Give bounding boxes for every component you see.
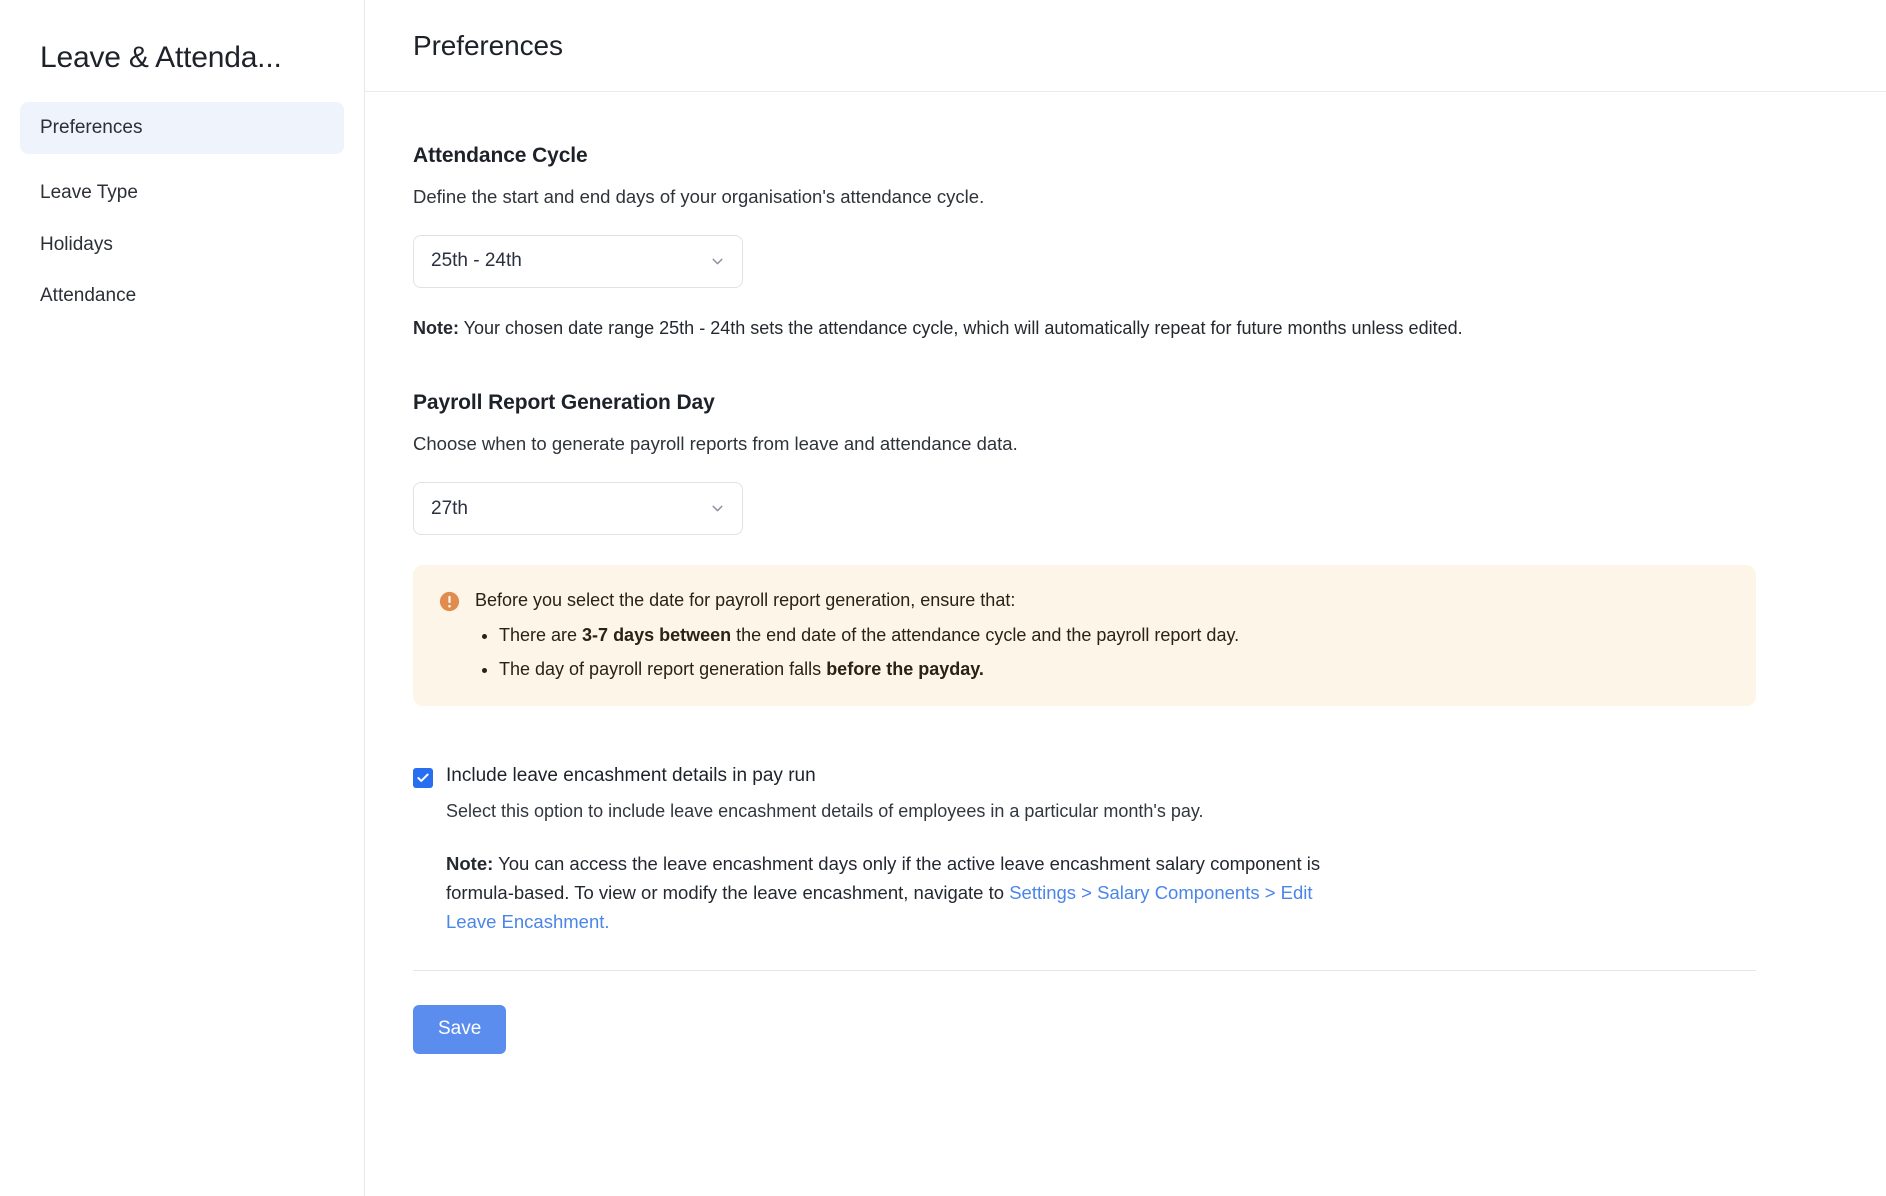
sidebar-item-label: Preferences: [40, 117, 142, 138]
bullet-pre-text: There are: [499, 625, 582, 645]
sidebar-nav: Preferences Leave Type Holidays Attendan…: [0, 102, 364, 322]
attendance-cycle-select[interactable]: 25th - 24th: [413, 235, 743, 288]
warning-bullet-item: There are 3-7 days between the end date …: [499, 622, 1732, 648]
attendance-cycle-title: Attendance Cycle: [413, 144, 1838, 168]
leave-encashment-section: Include leave encashment details in pay …: [413, 764, 1838, 936]
chevron-down-icon: [709, 253, 726, 270]
leave-encashment-checkbox-row[interactable]: Include leave encashment details in pay …: [413, 764, 1838, 789]
settings-form: Attendance Cycle Define the start and en…: [365, 92, 1886, 1196]
form-divider: [413, 970, 1756, 971]
note-label: Note:: [446, 853, 493, 874]
bullet-pre-text: The day of payroll report generation fal…: [499, 659, 826, 679]
sidebar-item-preferences[interactable]: Preferences: [20, 102, 344, 154]
leave-encashment-label[interactable]: Include leave encashment details in pay …: [446, 764, 816, 789]
payroll-report-day-select[interactable]: 27th: [413, 482, 743, 535]
section-spacer: [413, 341, 1838, 391]
bullet-post-text: the end date of the attendance cycle and…: [731, 625, 1239, 645]
checkmark-icon: [416, 771, 430, 785]
sidebar-item-label: Holidays: [40, 234, 113, 255]
attendance-cycle-section: Attendance Cycle Define the start and en…: [413, 144, 1838, 341]
warning-heading: Before you select the date for payroll r…: [475, 587, 1732, 613]
sidebar-title: Leave & Attenda...: [0, 0, 364, 76]
warning-text-block: Before you select the date for payroll r…: [475, 587, 1732, 682]
sidebar-item-label: Attendance: [40, 285, 136, 306]
note-text: Your chosen date range 25th - 24th sets …: [459, 318, 1463, 338]
sidebar-item-attendance[interactable]: Attendance: [20, 270, 344, 322]
main-content: Preferences Attendance Cycle Define the …: [365, 0, 1886, 1196]
leave-encashment-sublabel: Select this option to include leave enca…: [446, 799, 1838, 824]
warning-bullet-item: The day of payroll report generation fal…: [499, 656, 1732, 682]
sidebar-item-leave-type[interactable]: Leave Type: [20, 167, 344, 219]
save-button[interactable]: Save: [413, 1005, 506, 1054]
note-label: Note:: [413, 318, 459, 338]
chevron-down-icon: [709, 500, 726, 517]
payroll-warning-callout: Before you select the date for payroll r…: [413, 565, 1756, 706]
bullet-bold-text: 3-7 days between: [582, 625, 731, 645]
alert-circle-icon: [439, 591, 460, 612]
bullet-bold-text: before the payday.: [826, 659, 984, 679]
sidebar: Leave & Attenda... Preferences Leave Typ…: [0, 0, 365, 1196]
main-header: Preferences: [365, 0, 1886, 92]
payroll-report-description: Choose when to generate payroll reports …: [413, 432, 1838, 457]
preferences-page: Leave & Attenda... Preferences Leave Typ…: [0, 0, 1886, 1196]
sidebar-item-holidays[interactable]: Holidays: [20, 219, 344, 271]
leave-encashment-checkbox[interactable]: [413, 768, 433, 788]
payroll-report-section: Payroll Report Generation Day Choose whe…: [413, 391, 1838, 706]
payroll-report-title: Payroll Report Generation Day: [413, 391, 1838, 415]
attendance-cycle-note: Note: Your chosen date range 25th - 24th…: [413, 316, 1838, 341]
attendance-cycle-description: Define the start and end days of your or…: [413, 185, 1838, 210]
page-title: Preferences: [413, 30, 563, 62]
leave-encashment-note: Note: You can access the leave encashmen…: [446, 850, 1346, 936]
payroll-report-day-select-value: 27th: [431, 498, 468, 520]
sidebar-item-label: Leave Type: [40, 182, 138, 203]
warning-bullet-list: There are 3-7 days between the end date …: [475, 622, 1732, 682]
attendance-cycle-select-value: 25th - 24th: [431, 250, 522, 272]
